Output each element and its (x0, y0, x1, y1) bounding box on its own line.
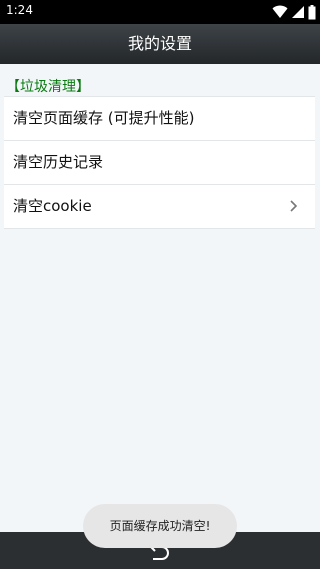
section-title: 【垃圾清理】 (6, 79, 90, 95)
app-header: 我的设置 (0, 24, 320, 64)
toast-message: 页面缓存成功清空! (83, 504, 237, 548)
status-bar: 1:24 (0, 0, 320, 24)
signal-icon (292, 6, 304, 18)
status-icons (272, 4, 316, 20)
settings-item-label: 清空页面缓存 (可提升性能) (13, 109, 195, 127)
wifi-icon (272, 5, 288, 18)
clear-history-item[interactable]: 清空历史记录 (4, 141, 315, 185)
settings-item-label: 清空cookie (13, 197, 92, 215)
chevron-right-icon (290, 200, 298, 212)
clear-page-cache-item[interactable]: 清空页面缓存 (可提升性能) (4, 97, 315, 141)
battery-icon (308, 4, 316, 19)
settings-list: 清空页面缓存 (可提升性能) 清空历史记录 清空cookie (4, 96, 315, 229)
status-time: 1:24 (6, 3, 33, 17)
page-title: 我的设置 (127, 34, 192, 53)
clear-cookie-item[interactable]: 清空cookie (4, 185, 315, 229)
settings-item-label: 清空历史记录 (13, 153, 104, 171)
